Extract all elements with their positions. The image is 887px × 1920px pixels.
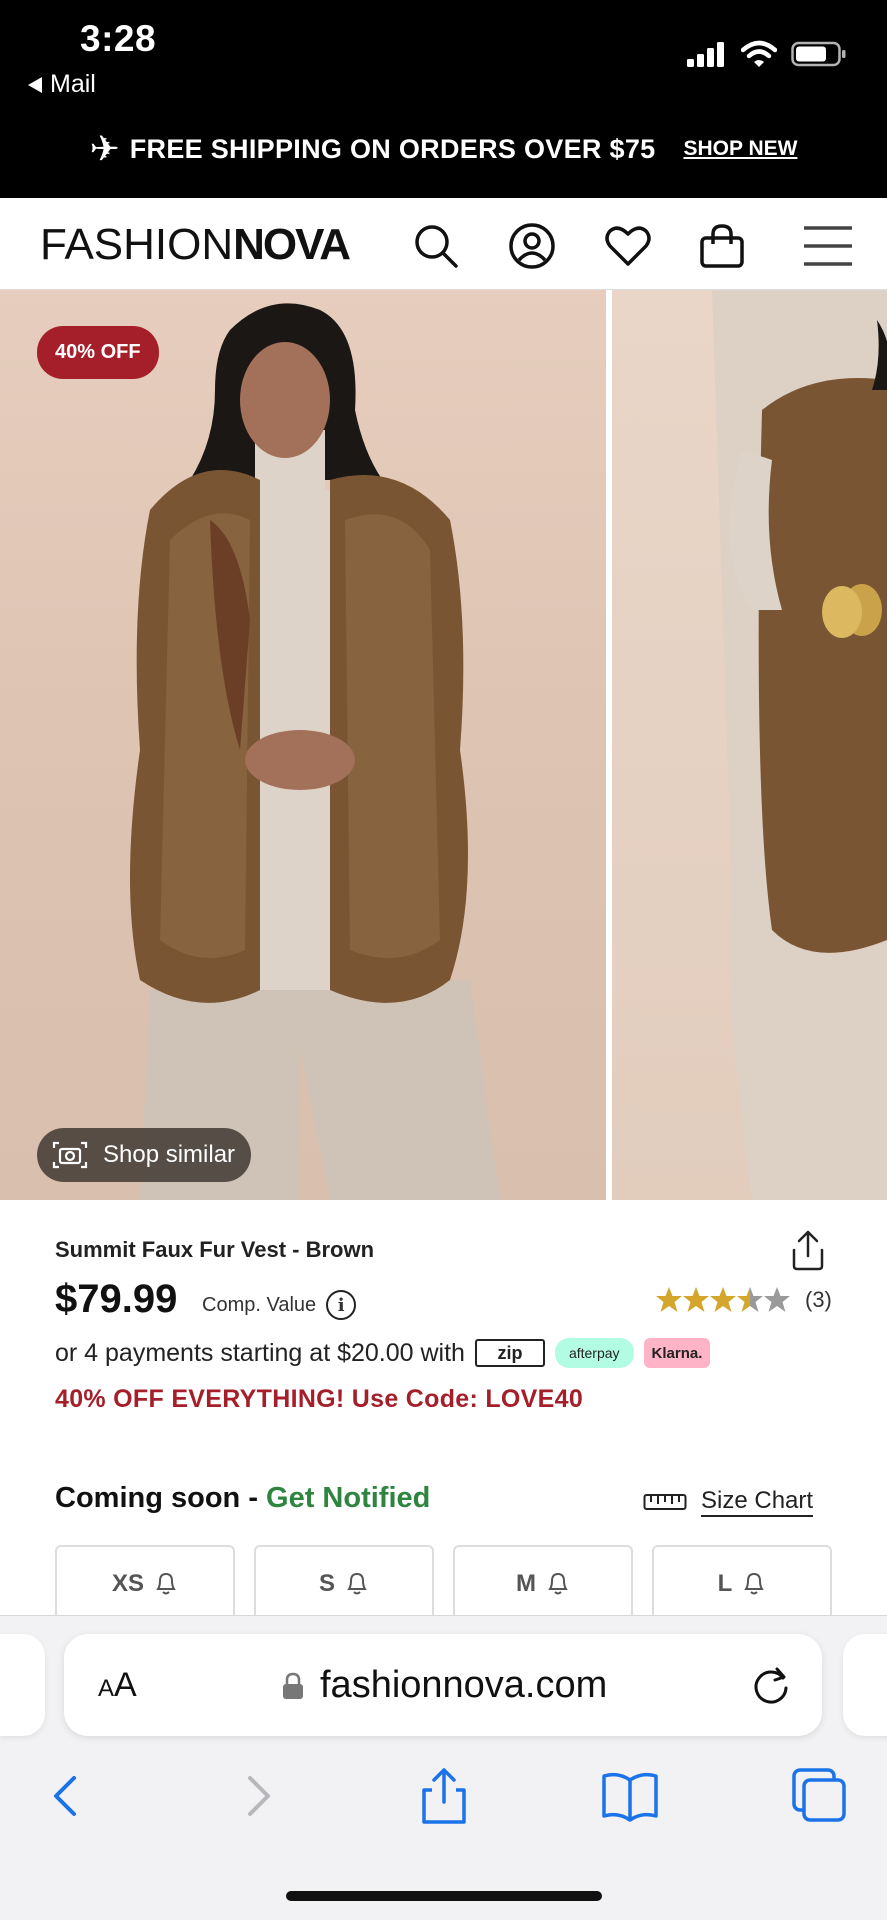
info-icon[interactable]: i xyxy=(326,1290,357,1320)
coming-soon-label: Coming soon - xyxy=(55,1482,267,1514)
coming-soon-heading: Coming soon - Get Notified xyxy=(55,1482,430,1515)
size-option-s[interactable]: S xyxy=(254,1545,434,1625)
product-price: $79.99 xyxy=(55,1277,178,1321)
back-app-label: Mail xyxy=(50,70,96,98)
star-rating-icon xyxy=(656,1287,790,1312)
product-rating[interactable]: (3) xyxy=(655,1286,832,1314)
comp-value: Comp. Value i xyxy=(202,1290,357,1320)
size-selector: XS S M L xyxy=(55,1545,832,1625)
shop-similar-button[interactable]: Shop similar xyxy=(37,1128,252,1182)
back-chevron-icon[interactable] xyxy=(36,1766,96,1826)
lock-icon xyxy=(283,1672,303,1699)
product-name: Summit Faux Fur Vest - Brown xyxy=(55,1237,375,1262)
previous-tab-peek[interactable] xyxy=(0,1634,45,1736)
home-indicator[interactable] xyxy=(286,1891,602,1901)
url-text: fashionnova.com xyxy=(320,1664,608,1706)
system-status-icons xyxy=(687,40,847,68)
forward-chevron-icon[interactable] xyxy=(228,1766,288,1826)
size-chart-label: Size Chart xyxy=(701,1487,814,1517)
battery-icon xyxy=(791,41,846,67)
bell-icon xyxy=(744,1572,765,1595)
logo-bold-text: NOVA xyxy=(233,220,351,269)
url-display[interactable]: fashionnova.com xyxy=(282,1664,607,1707)
comp-value-label: Comp. Value xyxy=(202,1293,317,1316)
share-sheet-icon[interactable] xyxy=(414,1766,474,1826)
back-to-mail-button[interactable]: Mail xyxy=(28,70,96,99)
model-illustration-2 xyxy=(712,290,887,1200)
share-icon[interactable] xyxy=(786,1228,830,1272)
aa-small: A xyxy=(98,1675,115,1702)
address-bar[interactable]: AA fashionnova.com xyxy=(64,1634,822,1736)
menu-hamburger-icon[interactable] xyxy=(804,222,852,270)
promo-banner[interactable]: ✈ FREE SHIPPING ON ORDERS OVER $75 SHOP … xyxy=(0,128,887,170)
shop-similar-label: Shop similar xyxy=(103,1141,236,1168)
logo-light-text: FASHION xyxy=(40,220,234,269)
back-triangle-icon xyxy=(28,76,42,93)
ruler-icon xyxy=(643,1494,687,1510)
product-image-gallery[interactable]: 40% OFF Shop similar xyxy=(0,290,887,1200)
model-illustration xyxy=(130,303,500,1200)
size-option-l[interactable]: L xyxy=(652,1545,832,1625)
reader-text-size-button[interactable]: AA xyxy=(98,1666,137,1705)
status-time: 3:28 xyxy=(80,18,157,59)
browser-toolbar: AA fashionnova.com xyxy=(0,1615,887,1920)
size-label: L xyxy=(717,1570,733,1597)
search-icon[interactable] xyxy=(412,222,460,270)
shopping-bag-icon[interactable] xyxy=(698,222,746,270)
wishlist-heart-icon[interactable] xyxy=(604,222,652,270)
browser-nav-row xyxy=(0,1766,887,1846)
klarna-logo[interactable]: Klarna. xyxy=(643,1338,711,1368)
zip-logo[interactable]: zip xyxy=(474,1339,545,1367)
status-and-promo-area: 3:28 Mail ✈ FREE SHIPPING ON ORDERS OVER… xyxy=(0,0,887,198)
size-chart-link[interactable]: Size Chart xyxy=(643,1487,814,1517)
wifi-icon xyxy=(741,40,777,67)
next-tab-peek[interactable] xyxy=(843,1634,887,1736)
bell-icon xyxy=(347,1572,367,1595)
tabs-icon[interactable] xyxy=(790,1766,850,1826)
cellular-signal-icon xyxy=(687,42,724,67)
review-count: (3) xyxy=(805,1287,832,1312)
account-icon[interactable] xyxy=(508,222,556,270)
bookmarks-book-icon[interactable] xyxy=(600,1766,660,1826)
discount-badge: 40% OFF xyxy=(37,326,159,379)
installments-text: or 4 payments starting at $20.00 with xyxy=(55,1338,465,1367)
promo-code-text: 40% OFF EVERYTHING! Use Code: LOVE40 xyxy=(55,1385,584,1413)
size-label: M xyxy=(516,1570,536,1597)
afterpay-logo[interactable]: afterpay xyxy=(554,1338,634,1368)
site-header: FASHIONNOVA xyxy=(0,198,887,290)
bell-icon xyxy=(156,1572,176,1595)
size-option-xs[interactable]: XS xyxy=(55,1545,235,1625)
bell-icon xyxy=(548,1572,568,1595)
aa-large: A xyxy=(114,1666,137,1704)
promo-text: FREE SHIPPING ON ORDERS OVER $75 xyxy=(129,133,656,164)
reload-icon[interactable] xyxy=(750,1664,792,1706)
size-option-m[interactable]: M xyxy=(453,1545,633,1625)
camera-icon xyxy=(52,1141,88,1169)
airplane-icon: ✈ xyxy=(89,128,120,169)
shop-new-link[interactable]: SHOP NEW xyxy=(683,137,797,161)
product-photo-main[interactable]: 40% OFF Shop similar xyxy=(0,290,606,1200)
fashion-nova-logo[interactable]: FASHIONNOVA xyxy=(40,220,351,270)
size-label: S xyxy=(318,1570,335,1597)
screen: 3:28 Mail ✈ FREE SHIPPING ON ORDERS OVER… xyxy=(0,0,887,1920)
get-notified-link[interactable]: Get Notified xyxy=(266,1482,430,1514)
size-label: XS xyxy=(111,1570,144,1597)
product-photo-secondary[interactable] xyxy=(612,290,887,1200)
installments-line: or 4 payments starting at $20.00 with zi… xyxy=(55,1338,711,1368)
